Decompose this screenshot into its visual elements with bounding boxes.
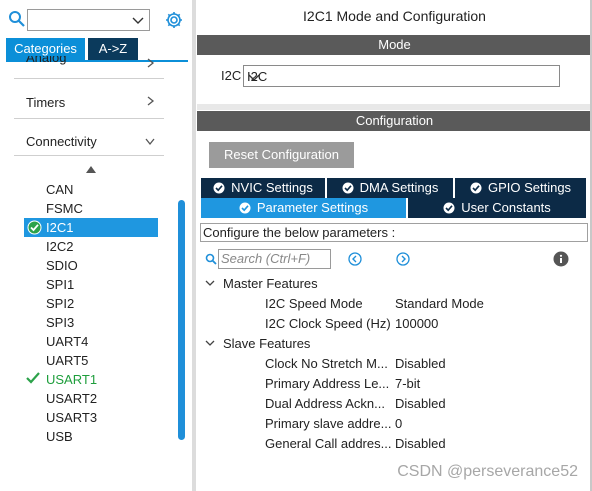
category-analog[interactable]: Analog: [26, 56, 66, 72]
scroll-up-arrow-icon[interactable]: [86, 166, 96, 174]
tab-gpio-settings[interactable]: GPIO Settings: [455, 178, 586, 198]
tab-a-z[interactable]: A->Z: [88, 38, 138, 60]
check-icon: [26, 372, 40, 384]
next-result-icon[interactable]: [396, 252, 410, 266]
param-name[interactable]: Primary slave addre...: [265, 416, 393, 431]
reset-configuration-button[interactable]: Reset Configuration: [209, 142, 354, 168]
peripheral-search-combo[interactable]: [27, 9, 150, 31]
list-item-usart3[interactable]: USART3: [46, 408, 97, 427]
tab-label: DMA Settings: [359, 180, 439, 195]
list-item-usb[interactable]: USB: [46, 427, 73, 446]
list-item-spi1[interactable]: SPI1: [46, 275, 74, 294]
param-value[interactable]: Standard Mode: [395, 296, 484, 311]
list-item-uart5[interactable]: UART5: [46, 351, 88, 370]
mode-select[interactable]: I2C: [243, 65, 560, 87]
list-item-spi3[interactable]: SPI3: [46, 313, 74, 332]
configuration-section-header: Configuration: [197, 111, 592, 131]
list-item-spi2[interactable]: SPI2: [46, 294, 74, 313]
list-item-i2c1[interactable]: I2C1: [46, 218, 73, 237]
check-circle-icon: [27, 220, 42, 235]
param-value[interactable]: Disabled: [395, 396, 446, 411]
search-icon[interactable]: [205, 253, 217, 265]
chevron-down-icon[interactable]: [205, 338, 215, 348]
list-item-i2c2[interactable]: I2C2: [46, 237, 73, 256]
category-connectivity[interactable]: Connectivity: [26, 134, 97, 149]
configure-hint: Configure the below parameters :: [200, 223, 588, 242]
divider: [14, 118, 164, 119]
previous-result-icon[interactable]: [348, 252, 362, 266]
scrollbar[interactable]: [178, 200, 185, 440]
category-timers[interactable]: Timers: [26, 95, 65, 110]
divider: [14, 78, 164, 79]
param-value[interactable]: Disabled: [395, 436, 446, 451]
group-label: Slave Features: [223, 336, 311, 351]
gear-icon[interactable]: [164, 10, 184, 30]
param-value[interactable]: 7-bit: [395, 376, 420, 391]
list-item-uart4[interactable]: UART4: [46, 332, 88, 351]
category-label: Connectivity: [26, 134, 97, 149]
panel-divider[interactable]: [192, 0, 196, 491]
tab-parameter-settings[interactable]: Parameter Settings: [201, 198, 406, 218]
chevron-down-icon[interactable]: [131, 13, 145, 27]
group-label: Master Features: [223, 276, 318, 291]
check-circle-icon: [443, 202, 455, 214]
search-icon[interactable]: [8, 10, 26, 28]
param-value[interactable]: Disabled: [395, 356, 446, 371]
param-name[interactable]: Primary Address Le...: [265, 376, 393, 391]
divider: [14, 155, 164, 156]
page-title: I2C1 Mode and Configuration: [303, 8, 486, 24]
check-circle-icon: [213, 182, 225, 194]
chevron-down-icon[interactable]: [144, 135, 156, 147]
watermark: CSDN @perseverance52: [397, 463, 578, 480]
category-label: Timers: [26, 95, 66, 110]
group-slave-features[interactable]: Slave Features: [205, 336, 310, 351]
list-item-sdio[interactable]: SDIO: [46, 256, 78, 275]
tab-label: GPIO Settings: [487, 180, 572, 195]
list-item-usart1[interactable]: USART1: [46, 370, 97, 389]
param-value[interactable]: 0: [395, 416, 402, 431]
tab-nvic-settings[interactable]: NVIC Settings: [201, 178, 325, 198]
tab-label: User Constants: [461, 200, 551, 215]
tab-user-constants[interactable]: User Constants: [408, 198, 586, 218]
mode-section-header: Mode: [197, 35, 592, 55]
check-circle-icon: [342, 182, 354, 194]
check-circle-icon: [239, 202, 251, 214]
param-name[interactable]: General Call addres...: [265, 436, 393, 451]
param-name[interactable]: I2C Clock Speed (Hz): [265, 316, 393, 331]
mode-config-panel: I2C1 Mode and Configuration Mode I2C I2C…: [197, 0, 592, 491]
section-splitter[interactable]: [197, 104, 592, 110]
chevron-down-icon[interactable]: [205, 278, 215, 288]
parameter-search-input[interactable]: Search (Ctrl+F): [218, 249, 331, 269]
param-name[interactable]: I2C Speed Mode: [265, 296, 393, 311]
info-icon[interactable]: [553, 251, 569, 267]
chevron-right-icon[interactable]: [144, 57, 156, 69]
list-item-usart2[interactable]: USART2: [46, 389, 97, 408]
tab-dma-settings[interactable]: DMA Settings: [327, 178, 453, 198]
param-value[interactable]: 100000: [395, 316, 438, 331]
param-name[interactable]: Clock No Stretch M...: [265, 356, 393, 371]
tab-label: NVIC Settings: [231, 180, 313, 195]
chevron-down-icon[interactable]: [247, 70, 261, 84]
check-circle-icon: [470, 182, 482, 194]
param-name[interactable]: Dual Address Ackn...: [265, 396, 393, 411]
chevron-right-icon[interactable]: [144, 95, 156, 107]
category-label: Analog: [26, 56, 67, 65]
categories-panel: Categories A->Z Analog Timers Connectivi…: [0, 0, 196, 491]
selected-row-highlight: [24, 218, 158, 237]
tab-label: Parameter Settings: [256, 200, 369, 215]
mode-field-label: I2C: [221, 68, 242, 83]
list-item-can[interactable]: CAN: [46, 180, 73, 199]
group-master-features[interactable]: Master Features: [205, 276, 318, 291]
list-item-fsmc[interactable]: FSMC: [46, 199, 83, 218]
